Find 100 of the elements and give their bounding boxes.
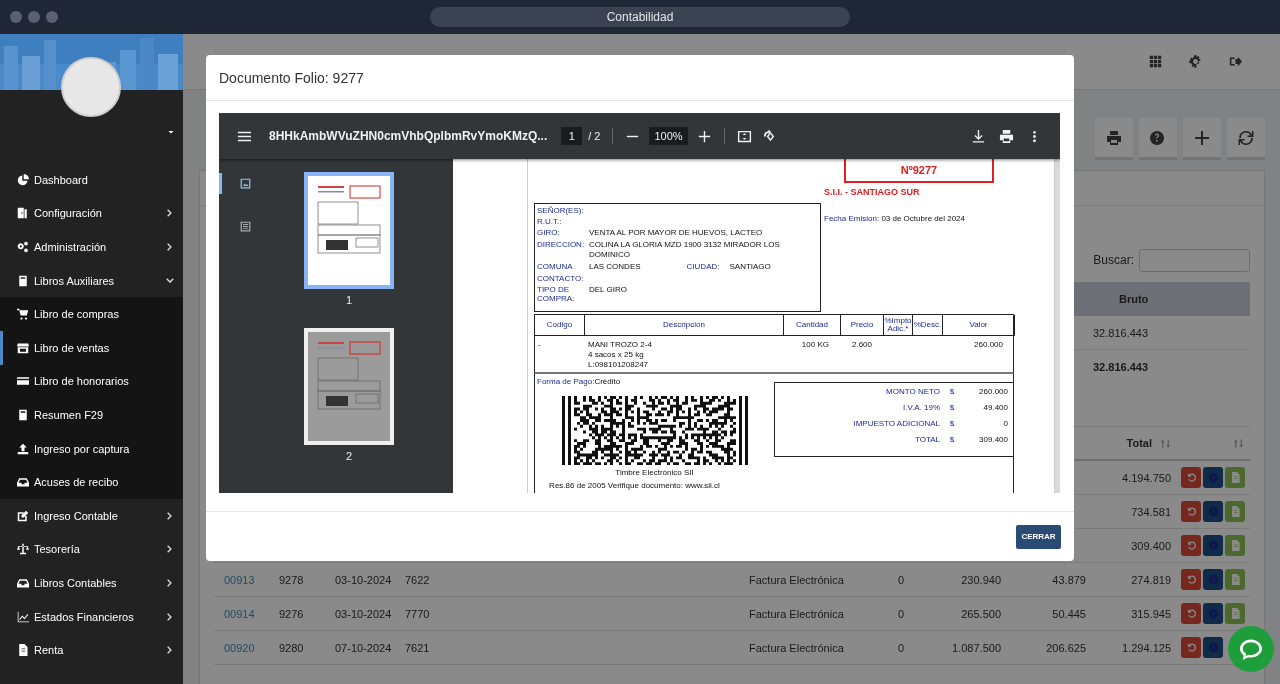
- grid-icon[interactable]: [1149, 55, 1162, 68]
- download-icon[interactable]: [971, 128, 986, 144]
- sidebar-item[interactable]: Resumen F29: [0, 398, 183, 432]
- table-cell: 03-10-2024: [335, 573, 392, 586]
- total-cell-text: 32.816.443: [1092, 360, 1150, 375]
- inbox-icon: [17, 576, 29, 589]
- field-label: SEÑOR(ES):: [537, 206, 585, 215]
- search-field[interactable]: [1139, 248, 1250, 272]
- sidebar-item[interactable]: Administración: [0, 230, 183, 264]
- sidebar-item[interactable]: Libros Auxiliares: [0, 263, 183, 298]
- file-button[interactable]: [1225, 501, 1245, 522]
- compass-button[interactable]: [1203, 501, 1223, 522]
- column-header: %Desc.: [913, 321, 942, 329]
- file-button[interactable]: [1225, 535, 1245, 556]
- refresh-icon: [1238, 129, 1254, 146]
- total-label: I.V.A. 19%: [901, 403, 940, 412]
- compass-button[interactable]: [1203, 467, 1223, 488]
- sidebar-item[interactable]: Libro de ventas: [0, 330, 183, 365]
- plus-icon[interactable]: [696, 128, 712, 144]
- table-cell: 0: [897, 641, 905, 654]
- sidebar-item[interactable]: Ingreso Contable: [0, 498, 183, 533]
- window-button[interactable]: [10, 11, 22, 23]
- undo-button[interactable]: [1181, 501, 1201, 522]
- field-value: LAS CONDES: [589, 262, 641, 272]
- sidebar-item[interactable]: Estados Financieros: [0, 599, 183, 634]
- gears-icon: [17, 241, 29, 253]
- undo-button[interactable]: [1181, 535, 1201, 556]
- compass-button[interactable]: [1203, 535, 1223, 556]
- page-number: 1: [345, 294, 353, 306]
- table-cell: 03-10-2024: [335, 607, 392, 620]
- sort-icon[interactable]: [1160, 437, 1171, 449]
- undo-icon: [1185, 540, 1197, 551]
- undo-button[interactable]: [1181, 637, 1201, 658]
- total-label: TOTAL: [913, 435, 940, 444]
- sidebar-item[interactable]: Libro de compras: [0, 297, 183, 331]
- page-count: / 2: [588, 130, 601, 142]
- scale-icon: [17, 543, 29, 556]
- settings-icon[interactable]: [1189, 55, 1202, 68]
- field-label: DIRECCION:: [537, 240, 586, 251]
- table-cell: 9280: [279, 641, 304, 654]
- undo-button[interactable]: [1181, 467, 1201, 488]
- file-button[interactable]: [1225, 603, 1245, 624]
- sidebar-item[interactable]: Renta: [0, 633, 183, 667]
- sidebar-item[interactable]: Libros Contables: [0, 566, 183, 600]
- caret-icon[interactable]: [167, 128, 175, 136]
- sidebar-item[interactable]: Configuración: [0, 196, 183, 231]
- fit-page-icon[interactable]: [736, 128, 752, 144]
- issue-date: Fecha Emision: 03 de Octubre del 2024: [824, 214, 966, 223]
- zoom-field[interactable]: 100%: [649, 127, 688, 145]
- window-button[interactable]: [46, 11, 58, 23]
- file-icon: [1229, 574, 1241, 585]
- window-button[interactable]: [28, 11, 40, 23]
- file-button[interactable]: [1225, 569, 1245, 590]
- currency-sign: $: [948, 403, 956, 412]
- table-cell-text: MANI TROZO 2-4: [588, 340, 653, 350]
- sidebar-item[interactable]: Acuses de recibo: [0, 465, 183, 499]
- edit-icon: [17, 509, 29, 522]
- add-button[interactable]: [1183, 118, 1221, 160]
- table-cell: 309.400: [1131, 539, 1171, 552]
- column-header: Descripcion: [663, 321, 705, 329]
- compass-button[interactable]: [1203, 637, 1223, 658]
- printer-icon: [1106, 129, 1122, 146]
- avatar: [61, 57, 121, 117]
- field-value: DEL GIRO: [589, 285, 627, 296]
- rotate-icon[interactable]: [761, 128, 777, 144]
- field-label: GIRO:: [537, 228, 561, 238]
- logout-icon[interactable]: [1229, 55, 1242, 68]
- table-cell: 9278: [279, 573, 304, 586]
- refresh-button[interactable]: [1227, 118, 1265, 160]
- column-header[interactable]: Total: [1126, 437, 1152, 449]
- close-button[interactable]: CERRAR: [1016, 524, 1061, 549]
- page-field[interactable]: 1: [561, 127, 583, 145]
- total-label: IMPUESTO ADICIONAL: [852, 419, 940, 428]
- printer-icon[interactable]: [999, 128, 1014, 144]
- tax-office: S.I.I. - SANTIAGO SUR: [824, 187, 921, 197]
- total-value: 0: [1002, 419, 1008, 428]
- help-button[interactable]: [1139, 118, 1177, 160]
- undo-button[interactable]: [1181, 569, 1201, 590]
- page-thumbnail[interactable]: [304, 172, 394, 289]
- help-icon: [1150, 129, 1166, 146]
- table-cell: 1.294.125: [1122, 641, 1171, 654]
- page-thumbnail[interactable]: [304, 328, 394, 445]
- file-button[interactable]: [1225, 467, 1245, 488]
- file-icon: [1229, 608, 1241, 619]
- compass-button[interactable]: [1203, 603, 1223, 624]
- plus-icon: [1194, 129, 1210, 146]
- field-label: COMUNA: [537, 262, 574, 272]
- stamp-note: Res.86 de 2005 Verifique documento: www.sii.cl: [549, 481, 720, 490]
- print-button[interactable]: [1095, 118, 1133, 160]
- compass-button[interactable]: [1203, 569, 1223, 590]
- sidebar-item[interactable]: Libro de honorarios: [0, 364, 183, 399]
- payment-method: Forma de Pago:Crédito: [537, 377, 621, 386]
- sidebar-item[interactable]: Dashboard: [0, 163, 183, 197]
- sort-icon[interactable]: [1233, 437, 1244, 449]
- undo-button[interactable]: [1181, 603, 1201, 624]
- total-value: 49.400: [982, 403, 1008, 412]
- file-icon: [1229, 506, 1241, 517]
- sidebar-item[interactable]: Ingreso por captura: [0, 431, 183, 466]
- sidebar-item[interactable]: Tesorería: [0, 532, 183, 567]
- folio-number: Nº9277: [844, 159, 994, 183]
